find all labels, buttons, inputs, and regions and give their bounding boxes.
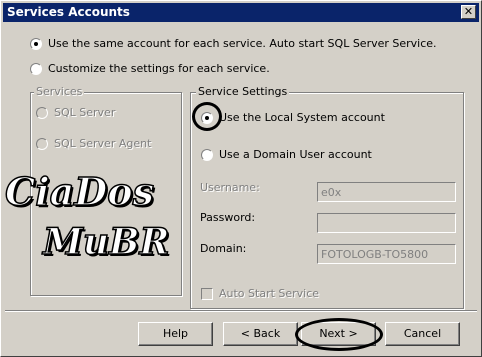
checkbox-indicator[interactable] (201, 287, 213, 300)
cancel-button[interactable]: Cancel (385, 322, 460, 346)
auto-start-label: Auto Start Service (219, 287, 320, 300)
radio-customize-label: Customize the settings for each service. (48, 62, 270, 75)
radio-sql-server[interactable]: SQL Server (36, 106, 115, 119)
username-field[interactable]: e0x (317, 182, 456, 202)
radio-domain-user[interactable]: Use a Domain User account (201, 148, 372, 161)
radio-domain-user-label: Use a Domain User account (219, 148, 372, 161)
radio-sql-server-agent-label: SQL Server Agent (54, 137, 152, 150)
back-button[interactable]: < Back (223, 322, 298, 346)
username-label: Username: (200, 181, 260, 194)
radio-sql-server-label: SQL Server (54, 106, 116, 119)
radio-indicator[interactable] (36, 137, 48, 150)
auto-start-checkbox[interactable]: Auto Start Service (201, 287, 319, 300)
watermark-line1: CiaDos (4, 168, 155, 215)
radio-same-account[interactable]: Use the same account for each service. A… (30, 37, 437, 50)
radio-local-system-label: Use the Local System account (219, 111, 385, 124)
radio-sql-server-agent[interactable]: SQL Server Agent (36, 137, 151, 150)
title-bar: Services Accounts ✕ (3, 3, 479, 22)
button-separator (5, 310, 477, 312)
domain-field[interactable]: FOTOLOGB-TO5800 (317, 244, 456, 264)
password-label: Password: (200, 211, 256, 224)
radio-indicator[interactable] (30, 62, 42, 75)
radio-local-system[interactable]: Use the Local System account (201, 111, 385, 124)
next-highlight-circle-annotation (295, 318, 383, 351)
close-icon[interactable]: ✕ (461, 5, 476, 19)
watermark-line2: MuBR (42, 220, 170, 264)
radio-indicator[interactable] (36, 106, 48, 119)
domain-label: Domain: (200, 242, 247, 255)
services-group-title: Services (34, 85, 85, 98)
radio-indicator[interactable] (201, 148, 213, 161)
services-accounts-dialog: Services Accounts ✕ Use the same account… (0, 0, 482, 357)
window-title: Services Accounts (7, 5, 130, 19)
highlight-circle-annotation (192, 102, 222, 131)
service-settings-title: Service Settings (196, 85, 290, 98)
help-button[interactable]: Help (138, 322, 213, 346)
radio-customize-settings[interactable]: Customize the settings for each service. (30, 62, 270, 75)
password-field[interactable] (317, 213, 456, 233)
radio-same-account-label: Use the same account for each service. A… (48, 37, 437, 50)
radio-indicator[interactable] (30, 37, 42, 50)
